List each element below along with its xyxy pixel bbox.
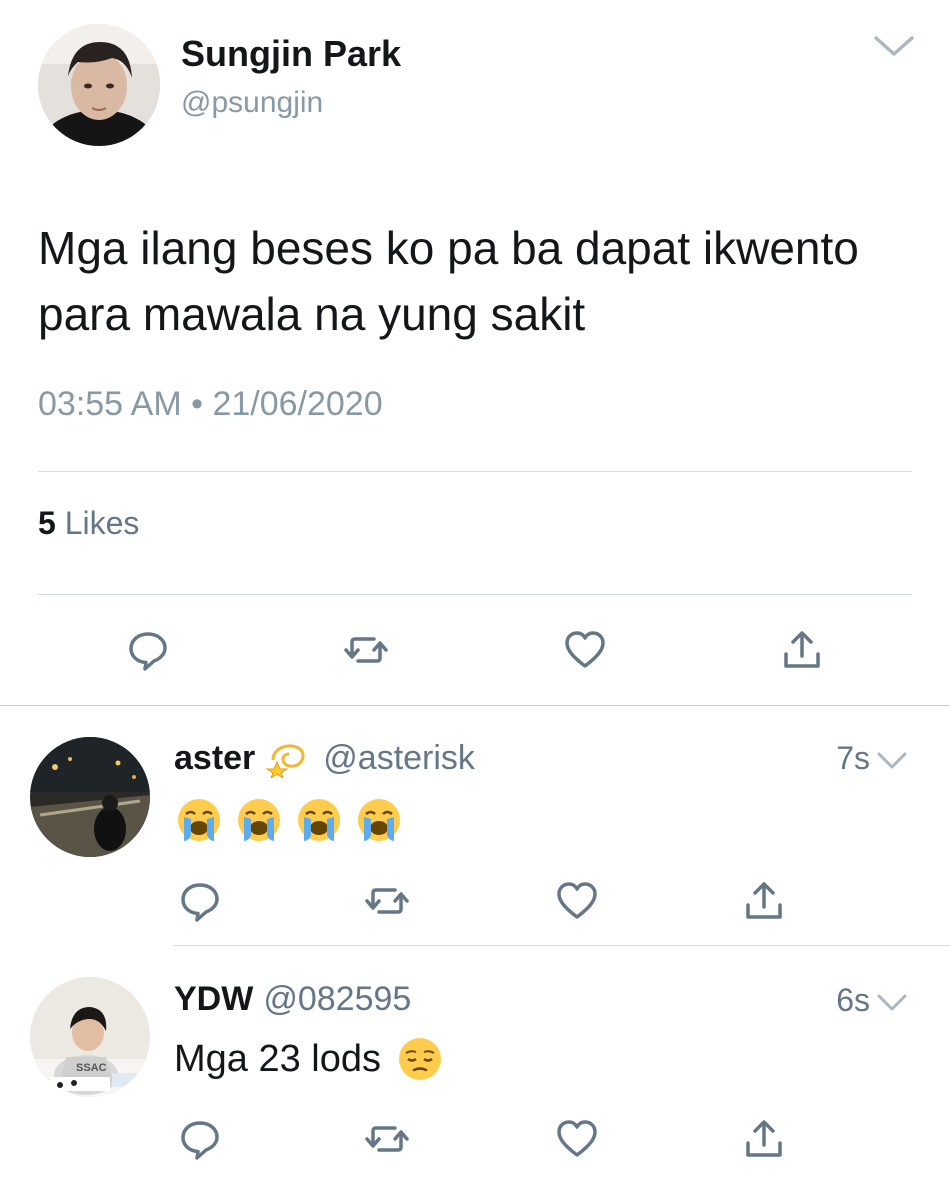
heart-icon (557, 882, 597, 919)
author-avatar[interactable] (38, 24, 160, 146)
reply-content: Mga 23 lods (174, 1036, 443, 1082)
reply-time[interactable]: 6s (800, 982, 870, 1019)
divider (38, 471, 912, 472)
reply-button[interactable] (176, 1115, 224, 1163)
share-button[interactable] (778, 626, 826, 674)
share-icon (784, 631, 820, 668)
like-button[interactable] (553, 877, 601, 925)
share-button[interactable] (740, 1115, 788, 1163)
reply-text: Mga 23 lods (174, 1037, 382, 1080)
author-name[interactable]: Sungjin Park (181, 33, 401, 75)
reply-author-name[interactable]: YDW (174, 980, 253, 1019)
tweet-menu-chevron-down-icon[interactable] (872, 32, 916, 60)
heart-icon (565, 631, 605, 668)
section-divider (0, 705, 950, 706)
author-handle[interactable]: @psungjin (181, 86, 323, 120)
retweet-button[interactable] (363, 1115, 411, 1163)
reply-icon (181, 883, 219, 922)
likes-label: Likes (64, 505, 140, 541)
reply-icon (129, 632, 167, 671)
retweet-icon (365, 888, 409, 914)
reply-author-name[interactable]: aster (174, 739, 255, 778)
reply-menu-chevron-down-icon[interactable] (876, 750, 908, 772)
reply-author-handle[interactable]: @asterisk (323, 739, 475, 778)
heart-icon (557, 1120, 597, 1157)
loudly-crying-face-icon (238, 799, 280, 841)
reply-header: YDW @082595 (174, 980, 411, 1019)
reply-menu-chevron-down-icon[interactable] (876, 992, 908, 1014)
reply-emoji-row (176, 797, 402, 843)
like-button[interactable] (553, 1115, 601, 1163)
share-icon (746, 882, 782, 919)
retweet-icon (365, 1126, 409, 1152)
share-icon (746, 1120, 782, 1157)
reply-author-handle[interactable]: @082595 (263, 980, 411, 1019)
divider (173, 945, 950, 946)
reply-header: aster @asterisk (174, 738, 475, 778)
reply-button[interactable] (124, 626, 172, 674)
reply-avatar[interactable]: SSAC (30, 977, 150, 1097)
retweet-icon (344, 637, 388, 663)
reply-button[interactable] (176, 877, 224, 925)
like-button[interactable] (561, 626, 609, 674)
reply-avatar[interactable] (30, 737, 150, 857)
likes-row[interactable]: 5 Likes (38, 505, 139, 542)
loudly-crying-face-icon (358, 799, 400, 841)
likes-count: 5 (38, 505, 56, 541)
tweet-text: Mga ilang beses ko pa ba dapat ikwento p… (38, 222, 859, 340)
tweet-timestamp[interactable]: 03:55 AM • 21/06/2020 (38, 385, 383, 424)
dizzy-emoji-icon (265, 744, 305, 778)
svg-text:SSAC: SSAC (76, 1062, 107, 1074)
loudly-crying-face-icon (178, 799, 220, 841)
share-button[interactable] (740, 877, 788, 925)
pensive-face-icon (399, 1038, 442, 1080)
loudly-crying-face-icon (298, 799, 340, 841)
divider (38, 594, 912, 595)
reply-icon (181, 1121, 219, 1160)
retweet-button[interactable] (363, 877, 411, 925)
retweet-button[interactable] (342, 626, 390, 674)
reply-time[interactable]: 7s (800, 740, 870, 777)
